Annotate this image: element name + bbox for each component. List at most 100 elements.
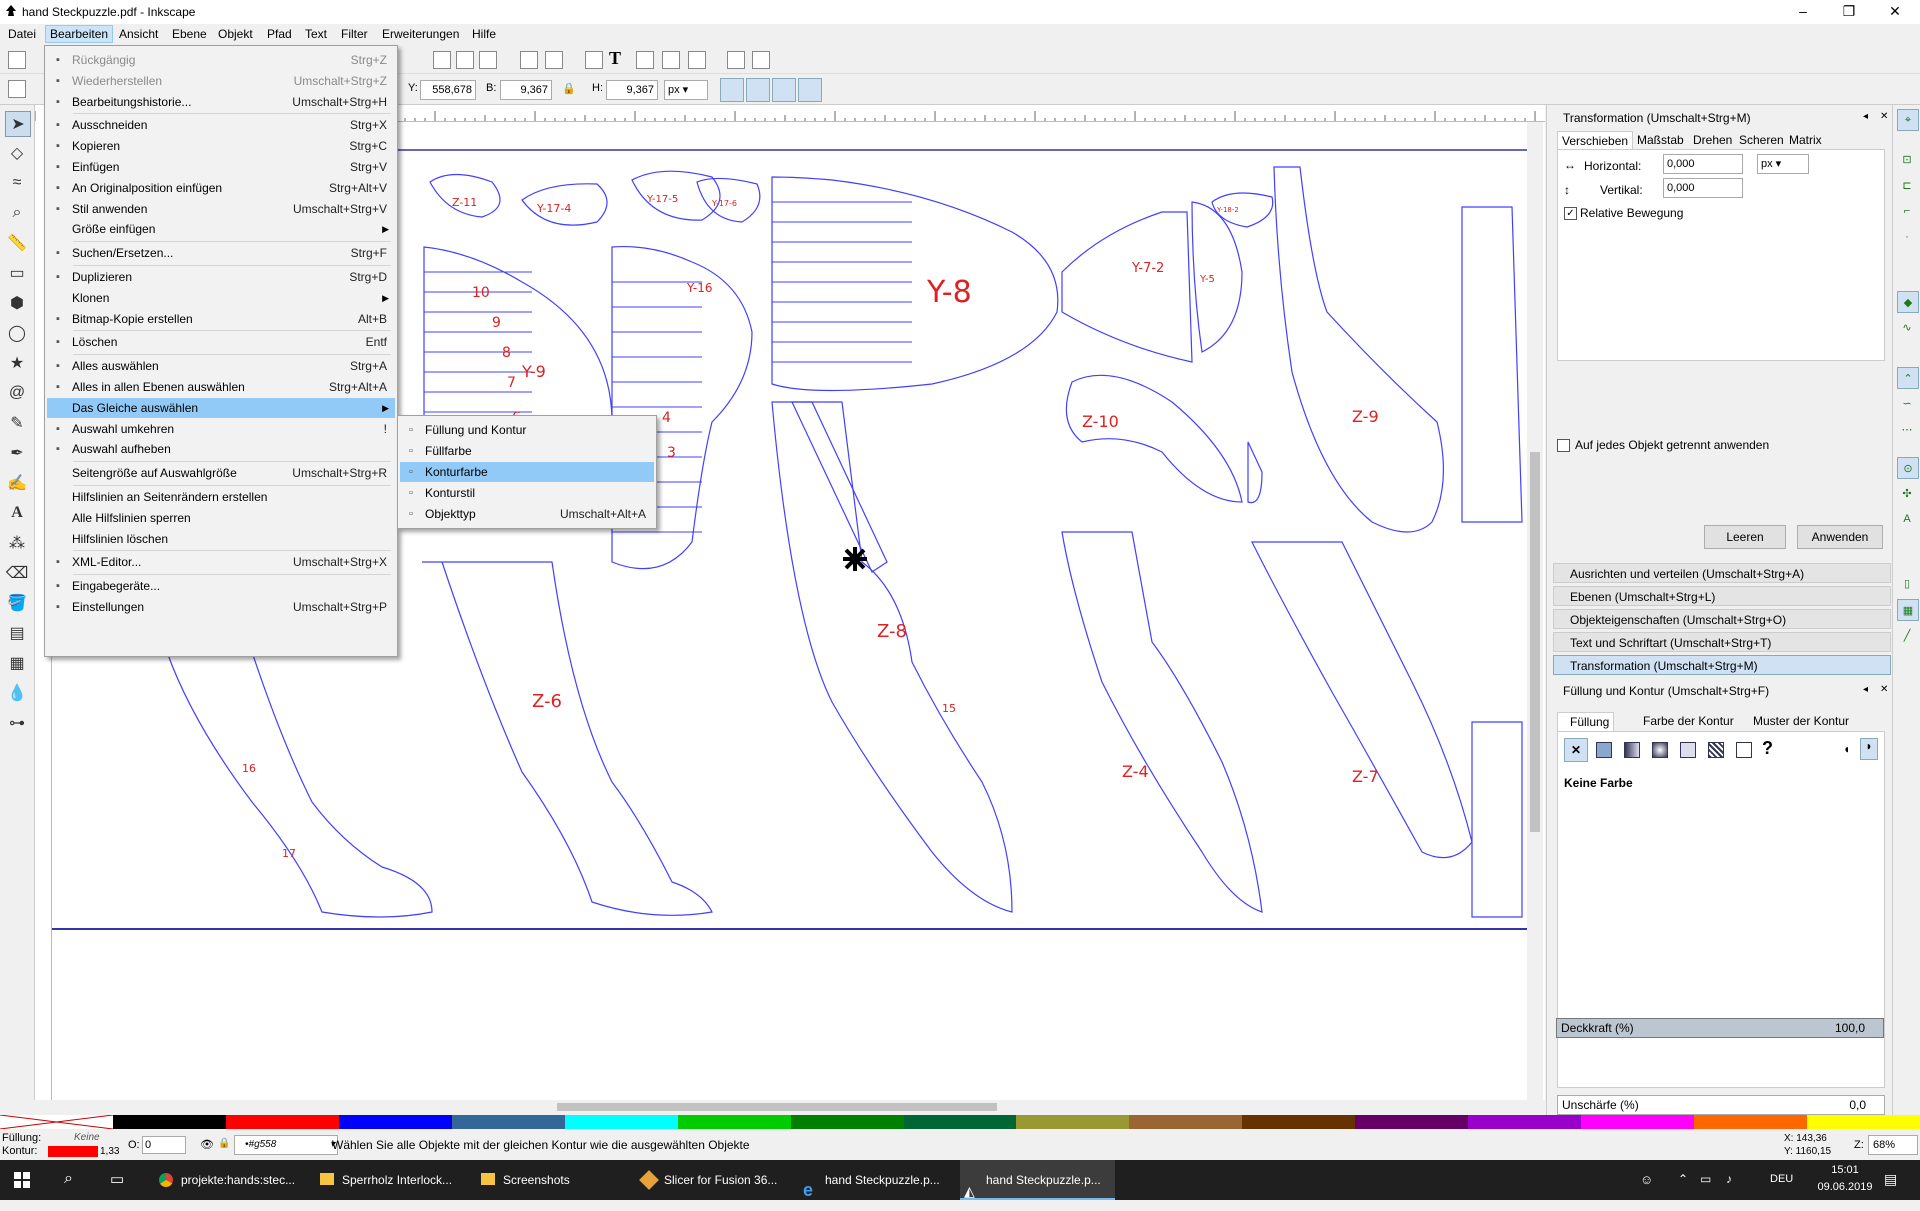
minimize-button[interactable]: – <box>1780 0 1826 24</box>
edit-menu-item[interactable]: ▪ Auswahl umkehren! <box>47 419 395 439</box>
edit-menu-item[interactable]: ▪ Suchen/Ersetzen... Strg+F <box>47 243 395 263</box>
edit-menu-item[interactable]: ▪ Duplizieren Strg+D <box>47 267 395 287</box>
snap-midpoint-icon[interactable]: ⋯ <box>1897 419 1917 439</box>
zoom-tool-icon[interactable]: ⌕ <box>5 201 29 225</box>
select-same-item[interactable]: ▫ Konturstil <box>400 483 654 503</box>
tab-stroke-style[interactable]: Muster der Kontur <box>1741 712 1853 730</box>
taskbar-app-edge[interactable]: e hand Steckpuzzle.p... <box>799 1160 954 1200</box>
edit-menu-item[interactable]: ▪ Einfügen Strg+V <box>47 157 395 177</box>
puzzle-piece[interactable] <box>1471 721 1523 918</box>
palette-swatch[interactable] <box>112 1115 226 1129</box>
linear-gradient-icon[interactable] <box>1624 742 1640 758</box>
panel-iconify-icon[interactable]: ◂ <box>1863 111 1868 122</box>
layer-select[interactable]: •#g558 ▾ <box>234 1135 338 1155</box>
edit-menu-item[interactable]: ▪ Alles auswählen Strg+A <box>47 356 395 376</box>
fill-rule-evenodd-icon[interactable]: ◖ <box>1843 742 1850 756</box>
palette-swatch[interactable] <box>564 1115 678 1129</box>
snap-bbox-midpoint-icon[interactable]: · <box>1897 227 1917 247</box>
gradient-tool-icon[interactable]: ▤ <box>5 621 29 645</box>
puzzle-piece[interactable] <box>771 176 1059 392</box>
scale-stroke-toggle[interactable] <box>720 78 744 102</box>
move-gradients-toggle[interactable] <box>772 78 796 102</box>
vertical-scrollbar[interactable] <box>1527 122 1543 1100</box>
edit-menu-item[interactable]: ▪ Löschen Entf <box>47 332 395 352</box>
tab-scale[interactable]: Maßstab <box>1633 131 1688 149</box>
layers-icon[interactable] <box>636 51 654 69</box>
document-properties-icon[interactable] <box>727 51 745 69</box>
edit-menu-item[interactable]: ▪ Rückgängig Strg+Z <box>47 50 395 70</box>
swatch-icon[interactable] <box>1736 742 1752 758</box>
edit-menu-item[interactable]: ▪ Ausschneiden Strg+X <box>47 115 395 135</box>
xml-icon[interactable] <box>662 51 680 69</box>
puzzle-piece[interactable] <box>771 401 1013 913</box>
fill-value[interactable]: Keine <box>74 1132 100 1143</box>
puzzle-piece[interactable] <box>1461 206 1523 523</box>
task-view-icon[interactable]: ▭ <box>110 1170 124 1188</box>
puzzle-piece[interactable] <box>422 561 713 916</box>
network-icon[interactable]: ▭ <box>1700 1172 1711 1186</box>
snap-bbox-edge-icon[interactable]: ⊏ <box>1897 175 1917 195</box>
tray-chevron-icon[interactable]: ⌃ <box>1678 1172 1688 1186</box>
edit-menu-item[interactable]: Hilfslinien an Seitenrändern erstellen <box>47 487 395 507</box>
unset-paint-icon[interactable]: ? <box>1762 738 1773 759</box>
clock-date[interactable]: 09.06.2019 <box>1815 1181 1875 1193</box>
panel-object-properties[interactable]: Objekteigenschaften (Umschalt+Strg+O) <box>1553 609 1891 629</box>
clock-time[interactable]: 15:01 <box>1815 1164 1875 1176</box>
scale-corners-toggle[interactable] <box>746 78 770 102</box>
panel-transform[interactable]: Transformation (Umschalt+Strg+M) <box>1553 655 1891 675</box>
palette-swatch[interactable] <box>1807 1115 1920 1129</box>
pencil-tool-icon[interactable]: ✎ <box>5 411 29 435</box>
snap-guide-icon[interactable]: ╱ <box>1897 625 1917 645</box>
panel-layers[interactable]: Ebenen (Umschalt+Strg+L) <box>1553 586 1891 606</box>
menu-edit[interactable]: Bearbeiten <box>45 25 114 43</box>
fill-stroke-icon[interactable] <box>585 51 603 69</box>
menu-text[interactable]: Text <box>301 26 331 42</box>
snap-cusp-icon[interactable]: ⌃ <box>1897 367 1919 389</box>
tab-stroke-paint[interactable]: Farbe der Kontur <box>1631 712 1738 730</box>
edit-menu-item[interactable]: ▪ Alles in allen Ebenen auswählen Strg+Alt… <box>47 377 395 397</box>
language-indicator[interactable]: DEU <box>1770 1173 1793 1185</box>
layer-lock-icon[interactable]: 🔒 <box>218 1138 230 1149</box>
edit-menu-item[interactable]: ▪ Eingabegeräte... <box>47 576 395 596</box>
move-patterns-toggle[interactable] <box>798 78 822 102</box>
puzzle-piece[interactable] <box>1251 541 1473 859</box>
stroke-width[interactable]: 1,33 <box>100 1146 119 1157</box>
palette-swatch[interactable] <box>1355 1115 1469 1129</box>
snap-grid-icon[interactable]: ▦ <box>1897 599 1919 621</box>
palette-swatch[interactable] <box>1242 1115 1356 1129</box>
unit-select[interactable]: px ▾ <box>664 80 708 100</box>
snap-rotation-center-icon[interactable]: ✣ <box>1897 483 1917 503</box>
people-icon[interactable]: ☺ <box>1640 1172 1653 1187</box>
tab-matrix[interactable]: Matrix <box>1785 131 1826 149</box>
edit-menu-item[interactable]: Hilfslinien löschen <box>47 529 395 549</box>
zoom-input[interactable]: 68% <box>1868 1135 1918 1155</box>
radial-gradient-icon[interactable] <box>1652 742 1668 758</box>
palette-swatch[interactable] <box>1468 1115 1582 1129</box>
snap-path-icon[interactable]: ∿ <box>1897 317 1917 337</box>
pattern-icon[interactable] <box>1708 742 1724 758</box>
blur-slider[interactable]: Unschärfe (%) 0,0 <box>1557 1095 1885 1115</box>
tab-rotate[interactable]: Drehen <box>1689 131 1736 149</box>
taskbar-app-inkscape[interactable]: ◭ hand Steckpuzzle.p... <box>960 1160 1115 1200</box>
edit-menu-item[interactable]: Alle Hilfslinien sperren <box>47 508 395 528</box>
lock-icon[interactable]: 🔒 <box>562 82 576 95</box>
edit-menu-item[interactable]: ▪ Wiederherstellen Umschalt+Strg+Z <box>47 71 395 91</box>
palette-swatch[interactable] <box>451 1115 565 1129</box>
selector-tool-icon[interactable]: ➤ <box>5 111 31 137</box>
palette-none-swatch[interactable] <box>0 1114 114 1130</box>
menu-layer[interactable]: Ebene <box>168 26 211 42</box>
flat-color-icon[interactable] <box>1596 742 1612 758</box>
menu-file[interactable]: Datei <box>4 26 40 42</box>
puzzle-piece[interactable] <box>791 401 888 573</box>
opacity-status-input[interactable]: 0 <box>142 1136 186 1154</box>
relative-move-checkbox[interactable]: ✓ <box>1564 207 1577 220</box>
taskbar-app-explorer-1[interactable]: Sperrholz Interlock... <box>316 1160 471 1200</box>
vertical-input[interactable]: 0,000 <box>1663 178 1743 198</box>
new-document-icon[interactable] <box>8 51 26 69</box>
snap-text-baseline-icon[interactable]: A <box>1897 509 1917 529</box>
windows-start-icon[interactable] <box>14 1172 30 1188</box>
taskbar-app-chrome[interactable]: projekte:hands:stec... <box>155 1160 310 1200</box>
measure-tool-icon[interactable]: 📏 <box>5 231 29 255</box>
snap-page-icon[interactable]: ▯ <box>1897 573 1917 593</box>
horizontal-scroll-thumb[interactable] <box>557 1103 997 1111</box>
